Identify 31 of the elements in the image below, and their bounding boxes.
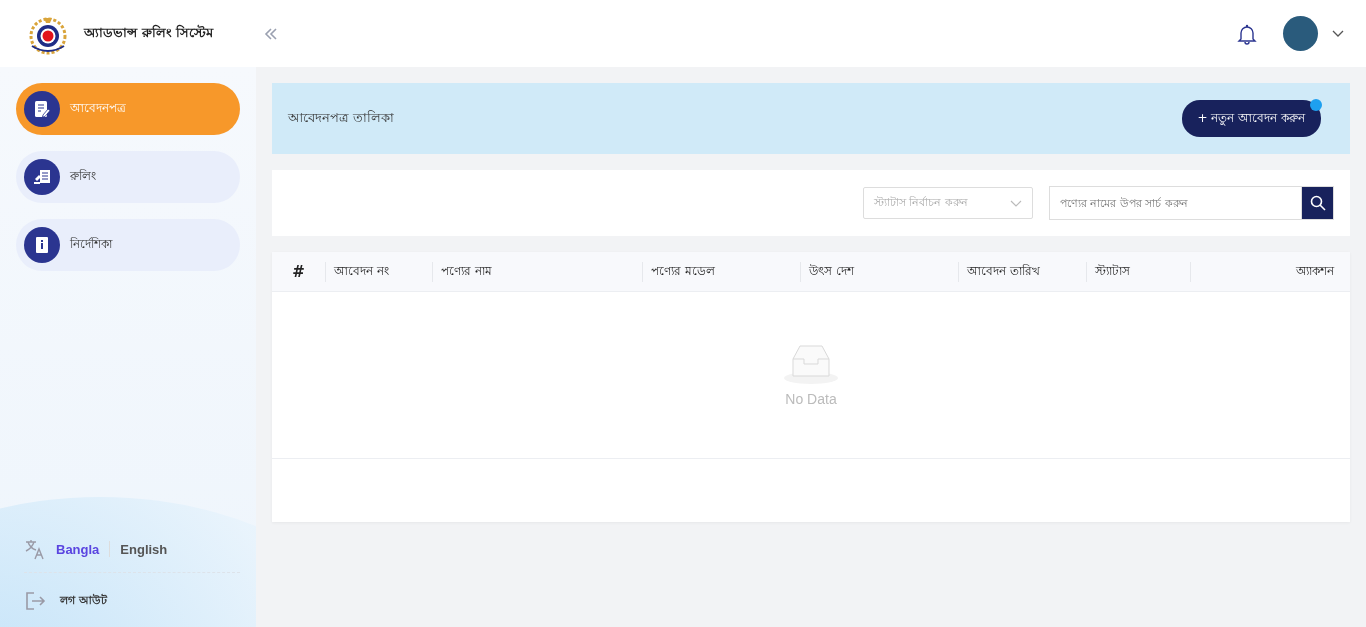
document-icon [24, 91, 60, 127]
chevron-down-icon [1010, 199, 1022, 207]
bell-icon[interactable] [1237, 22, 1257, 45]
column-header: উৎস দেশ [809, 262, 854, 280]
collapse-sidebar-icon[interactable] [264, 27, 278, 40]
empty-inbox-icon [783, 343, 839, 385]
column-header: অ্যাকশন [1296, 262, 1334, 280]
gavel-icon [24, 159, 60, 195]
chevron-down-icon[interactable] [1332, 29, 1344, 38]
language-option[interactable]: Bangla [54, 541, 102, 557]
search-button[interactable] [1301, 186, 1334, 220]
column-header: পণ্যের নাম [441, 262, 492, 280]
empty-state-text: No Data [785, 391, 837, 407]
sidebar-item[interactable]: নির্দেশিকা [16, 219, 240, 271]
language-option[interactable]: English [118, 541, 170, 557]
book-icon [24, 227, 60, 263]
search-field[interactable]: পণ্যের নামের উপর সার্চ করুন [1049, 186, 1301, 220]
translate-icon [24, 538, 46, 560]
sidebar-item[interactable]: রুলিং [16, 151, 240, 203]
column-header: # [292, 262, 305, 281]
column-header: পণ্যের মডেল [651, 262, 715, 280]
page-title: আবেদনপত্র তালিকা [288, 109, 395, 127]
logout-button[interactable]: লগ আউট [24, 573, 107, 611]
column-header: স্ট্যাটাস [1095, 262, 1130, 280]
column-header: আবেদন নং [334, 262, 389, 280]
search-icon [1309, 195, 1326, 211]
app-title: অ্যাডভান্স রুলিং সিস্টেম [84, 23, 214, 42]
avatar[interactable] [1283, 16, 1318, 51]
new-application-button[interactable]: + নতুন আবেদন করুন [1181, 100, 1321, 137]
column-header: আবেদন তারিখ [967, 262, 1040, 280]
logout-icon [24, 591, 46, 611]
